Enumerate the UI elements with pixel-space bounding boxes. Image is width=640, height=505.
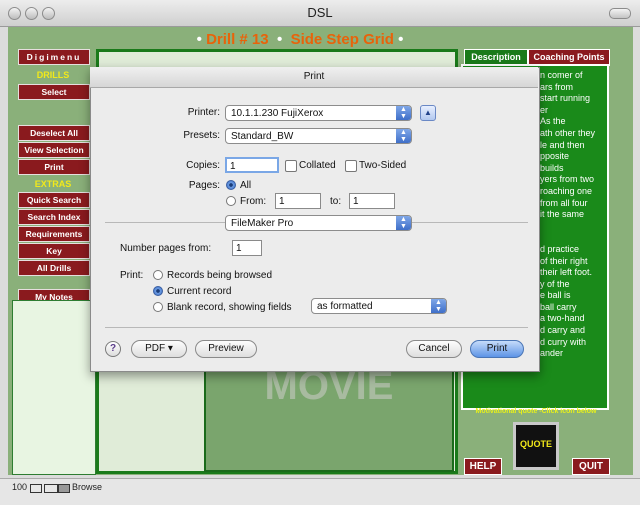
pdf-button[interactable]: PDF ▾	[131, 340, 187, 358]
printer-value: 10.1.1.230 FujiXerox	[231, 108, 324, 119]
cancel-button[interactable]: Cancel	[406, 340, 462, 358]
extras-heading: EXTRAS	[34, 179, 72, 189]
print-button[interactable]: Print	[470, 340, 524, 358]
blank-format-value: as formatted	[317, 301, 373, 312]
search-index-button[interactable]: Search Index	[18, 209, 90, 225]
copies-input[interactable]: 1	[225, 157, 279, 173]
presets-value: Standard_BW	[231, 131, 294, 142]
requirements-button[interactable]: Requirements	[18, 226, 90, 242]
drill-title: • Drill # 13 • Side Step Grid •	[196, 31, 404, 48]
zoom-window-icon[interactable]	[42, 7, 55, 20]
blank-record-radio[interactable]	[153, 302, 163, 312]
popup-arrows-icon: ▲ ▼	[396, 106, 411, 120]
pages-from-label: From:	[240, 196, 267, 207]
popup-arrows-icon: ▲ ▼	[396, 129, 411, 143]
quote-label: QUOTE	[519, 439, 552, 449]
notes-field[interactable]	[12, 300, 96, 475]
help-button[interactable]: HELP	[464, 458, 502, 475]
motivational-caption: Motivational quote -Click icon below	[475, 408, 597, 415]
preview-button[interactable]: Preview	[195, 340, 257, 358]
mode-label: Browse	[72, 482, 103, 492]
number-pages-label: Number pages from:	[120, 243, 212, 254]
drills-heading: DRILLS	[36, 70, 70, 80]
records-browsed-label: Records being browsed	[167, 270, 273, 281]
separator-line	[105, 327, 528, 328]
all-drills-button[interactable]: All Drills	[18, 260, 90, 276]
pages-all-radio[interactable]	[226, 180, 236, 190]
printer-label: Printer:	[187, 107, 220, 118]
records-browsed-radio[interactable]	[153, 270, 163, 280]
zoom-level[interactable]: 100	[12, 482, 27, 492]
view-selection-button[interactable]: View Selection	[18, 142, 90, 158]
blank-format-select[interactable]: as formatted ▲ ▼	[311, 298, 447, 314]
presets-label: Presets:	[183, 130, 220, 141]
quick-search-button[interactable]: Quick Search	[18, 192, 90, 208]
toggle-status-icon[interactable]	[58, 484, 70, 493]
print-drill-button[interactable]: Print	[18, 159, 90, 175]
pages-all-label: All	[240, 180, 252, 191]
digimenu-button[interactable]: Digimenu	[18, 49, 90, 65]
collated-label: Collated	[299, 160, 336, 171]
popup-arrows-icon: ▲ ▼	[396, 216, 411, 230]
two-sided-checkbox[interactable]	[345, 160, 357, 172]
collated-checkbox[interactable]	[285, 160, 297, 172]
zoom-out-icon[interactable]	[30, 484, 42, 493]
pages-from-input[interactable]: 1	[275, 193, 321, 209]
blank-record-label: Blank record, showing fields	[167, 302, 292, 313]
window-titlebar[interactable]: DSL	[0, 0, 640, 27]
pages-label: Pages:	[188, 180, 220, 191]
print-dialog-title: Print	[303, 71, 325, 82]
print-option-label: Print:	[120, 270, 144, 281]
current-record-label: Current record	[167, 286, 232, 297]
current-record-radio[interactable]	[153, 286, 163, 296]
deselect-all-button[interactable]: Deselect All	[18, 125, 90, 141]
popup-arrows-icon: ▲ ▼	[431, 299, 446, 313]
select-button[interactable]: Select	[18, 84, 90, 100]
pages-from-radio[interactable]	[226, 196, 236, 206]
close-window-icon[interactable]	[8, 7, 21, 20]
toolbar-toggle-icon[interactable]	[609, 8, 631, 19]
separator-line	[410, 222, 528, 223]
presets-select[interactable]: Standard_BW ▲ ▼	[225, 128, 412, 144]
zoom-in-icon[interactable]	[44, 484, 58, 493]
expand-dialog-icon[interactable]: ▲	[420, 105, 436, 121]
key-button[interactable]: Key	[18, 243, 90, 259]
number-pages-input[interactable]: 1	[232, 240, 262, 256]
help-icon[interactable]: ?	[105, 341, 121, 357]
window-title: DSL	[307, 5, 333, 20]
printer-select[interactable]: 10.1.1.230 FujiXerox ▲ ▼	[225, 105, 412, 121]
two-sided-label: Two-Sided	[359, 160, 407, 171]
separator-line	[105, 222, 225, 223]
copies-label: Copies:	[186, 160, 220, 171]
pages-to-input[interactable]: 1	[349, 193, 395, 209]
pages-to-label: to:	[330, 196, 342, 207]
quit-button[interactable]: QUIT	[572, 458, 610, 475]
minimize-window-icon[interactable]	[25, 7, 38, 20]
description-text: n comer of ars from start running er As …	[540, 70, 596, 359]
section-value: FileMaker Pro	[231, 218, 294, 229]
section-select[interactable]: FileMaker Pro ▲ ▼	[225, 215, 412, 231]
